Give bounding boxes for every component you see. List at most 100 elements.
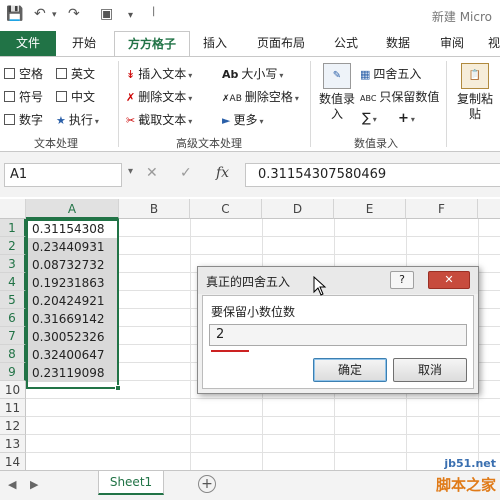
keep-values-label: 只保留数值 (379, 90, 440, 104)
row-header[interactable]: 2 (0, 237, 26, 255)
name-box[interactable]: A1 (4, 163, 122, 187)
execute-label: 执行 (68, 113, 93, 127)
redo-icon[interactable]: ↷ (68, 6, 80, 22)
round-dialog: 真正的四舍五入 ? ✕ 要保留小数位数 2 确定 取消 (197, 266, 479, 394)
tab-page-layout[interactable]: 页面布局 (248, 31, 314, 56)
column-header[interactable]: B (119, 199, 190, 219)
row-header[interactable]: 5 (0, 291, 26, 309)
tab-formulas[interactable]: 公式 (326, 31, 366, 56)
tab-view[interactable]: 视 (484, 31, 500, 56)
column-header[interactable]: E (334, 199, 406, 219)
dialog-body: 要保留小数位数 2 确定 取消 (202, 295, 474, 389)
case-button[interactable]: Ab 大小写 ▾ (222, 65, 283, 82)
checkbox-box[interactable] (4, 114, 15, 125)
prev-sheet-icon[interactable]: ◀ (8, 478, 16, 491)
checkbox-numbers[interactable]: 数字 (4, 111, 43, 128)
insert-text-label: 插入文本 (138, 67, 187, 81)
row-header[interactable]: 12 (0, 417, 26, 435)
plus-button[interactable]: + ▾ (398, 111, 415, 126)
undo-icon[interactable]: ↶ (34, 6, 46, 22)
chevron-down-icon: ▾ (188, 71, 193, 80)
column-header[interactable]: C (190, 199, 262, 219)
tab-sheet1[interactable]: Sheet1 (98, 471, 164, 495)
tab-fangfang-gezi[interactable]: 方方格子 (114, 31, 190, 56)
checkbox-box[interactable] (56, 91, 67, 102)
row-header[interactable]: 13 (0, 435, 26, 453)
ribbon-tabs: 文件 开始 方方格子 插入 页面布局 公式 数据 审阅 视 (0, 31, 500, 56)
sum-button[interactable]: ∑ ▾ (362, 111, 377, 126)
checkbox-english[interactable]: 英文 (56, 65, 95, 82)
cancel-icon[interactable]: ✕ (146, 165, 158, 181)
gridline (26, 398, 500, 399)
column-header[interactable]: F (406, 199, 478, 219)
tab-review[interactable]: 审阅 (432, 31, 472, 56)
round-button[interactable]: ▦ 四舍五入 (360, 65, 421, 82)
select-all-corner[interactable] (0, 199, 26, 219)
value-entry-button[interactable]: ✎ 数值录入 (315, 63, 359, 122)
checkbox-label: 符号 (19, 90, 44, 104)
checkbox-chinese[interactable]: 中文 (56, 88, 95, 105)
row-header[interactable]: 9 (0, 363, 26, 381)
row-header[interactable]: 3 (0, 255, 26, 273)
checkbox-box[interactable] (4, 68, 15, 79)
cancel-button[interactable]: 取消 (393, 358, 467, 382)
round-label: 四舍五入 (373, 67, 422, 81)
add-sheet-icon[interactable]: + (198, 475, 216, 493)
tab-file[interactable]: 文件 (0, 31, 56, 56)
execute-button[interactable]: ★ 执行 ▾ (56, 111, 99, 128)
keep-values-icon: ABC (360, 94, 377, 103)
undo-dropdown-icon[interactable]: ▾ (52, 10, 57, 20)
group-separator (310, 61, 311, 147)
decimal-places-input[interactable]: 2 (209, 324, 467, 346)
delete-text-button[interactable]: ✗ 删除文本 ▾ (126, 88, 192, 105)
delete-spaces-label: 删除空格 (244, 90, 293, 104)
row-header[interactable]: 4 (0, 273, 26, 291)
copy-paste-label: 复制粘贴 (456, 92, 493, 121)
dialog-title-bar[interactable]: 真正的四舍五入 ? ✕ (198, 267, 478, 294)
column-header[interactable]: D (262, 199, 334, 219)
tab-insert[interactable]: 插入 (194, 31, 236, 56)
delete-spaces-button[interactable]: ✗AB 删除空格 ▾ (222, 88, 299, 105)
row-header[interactable]: 1 (0, 219, 26, 237)
watermark-site: jb51.net (444, 457, 496, 470)
checkbox-symbols[interactable]: 符号 (4, 88, 43, 105)
extract-text-button[interactable]: ✂ 截取文本 ▾ (126, 111, 192, 128)
copy-paste-button[interactable]: 📋 复制粘贴 (452, 63, 498, 122)
column-header[interactable] (478, 199, 500, 219)
row-header[interactable]: 11 (0, 399, 26, 417)
function-icon[interactable]: fx (216, 165, 229, 181)
more-button[interactable]: ► 更多 ▾ (222, 111, 264, 128)
help-button[interactable]: ? (390, 271, 414, 289)
ribbon: 空格 英文 符号 中文 数字 ★ 执行 ▾ 文本处理 ↡ 插入文本 ▾ ✗ 删除文本 ▾ ✂… (0, 56, 500, 152)
customize-quick-access-icon[interactable]: ▾ (128, 10, 133, 21)
row-header[interactable]: 14 (0, 453, 26, 470)
dialog-title: 真正的四舍五入 (206, 275, 291, 289)
formula-input[interactable]: 0.31154307580469 (245, 163, 500, 187)
fill-handle[interactable] (115, 385, 121, 391)
checkbox-box[interactable] (4, 91, 15, 102)
checkbox-spaces[interactable]: 空格 (4, 65, 43, 82)
delete-text-icon: ✗ (126, 91, 136, 104)
column-header[interactable]: A (26, 199, 119, 219)
chevron-down-icon[interactable]: ▾ (128, 166, 133, 177)
next-sheet-icon[interactable]: ▶ (30, 478, 38, 491)
row-header[interactable]: 8 (0, 345, 26, 363)
checkbox-box[interactable] (56, 68, 67, 79)
row-header[interactable]: 6 (0, 309, 26, 327)
close-button[interactable]: ✕ (428, 271, 470, 289)
tab-home[interactable]: 开始 (60, 31, 108, 56)
execute-icon: ★ (56, 114, 66, 127)
row-header[interactable]: 10 (0, 381, 26, 399)
selection-border (26, 219, 119, 389)
keep-values-button[interactable]: ABC 只保留数值 (360, 88, 439, 105)
row-header[interactable]: 7 (0, 327, 26, 345)
tab-data[interactable]: 数据 (378, 31, 418, 56)
check-icon[interactable]: ✓ (180, 165, 192, 181)
save-icon[interactable]: 💾 (6, 6, 23, 22)
mouse-cursor-icon (313, 276, 327, 296)
more-icon: ► (222, 114, 231, 127)
quick-access-custom-icon[interactable]: ▣ (100, 6, 113, 22)
insert-text-button[interactable]: ↡ 插入文本 ▾ (126, 65, 192, 82)
formula-bar: A1 ▾ ✕ ✓ fx 0.31154307580469 (0, 152, 500, 197)
ok-button[interactable]: 确定 (313, 358, 387, 382)
